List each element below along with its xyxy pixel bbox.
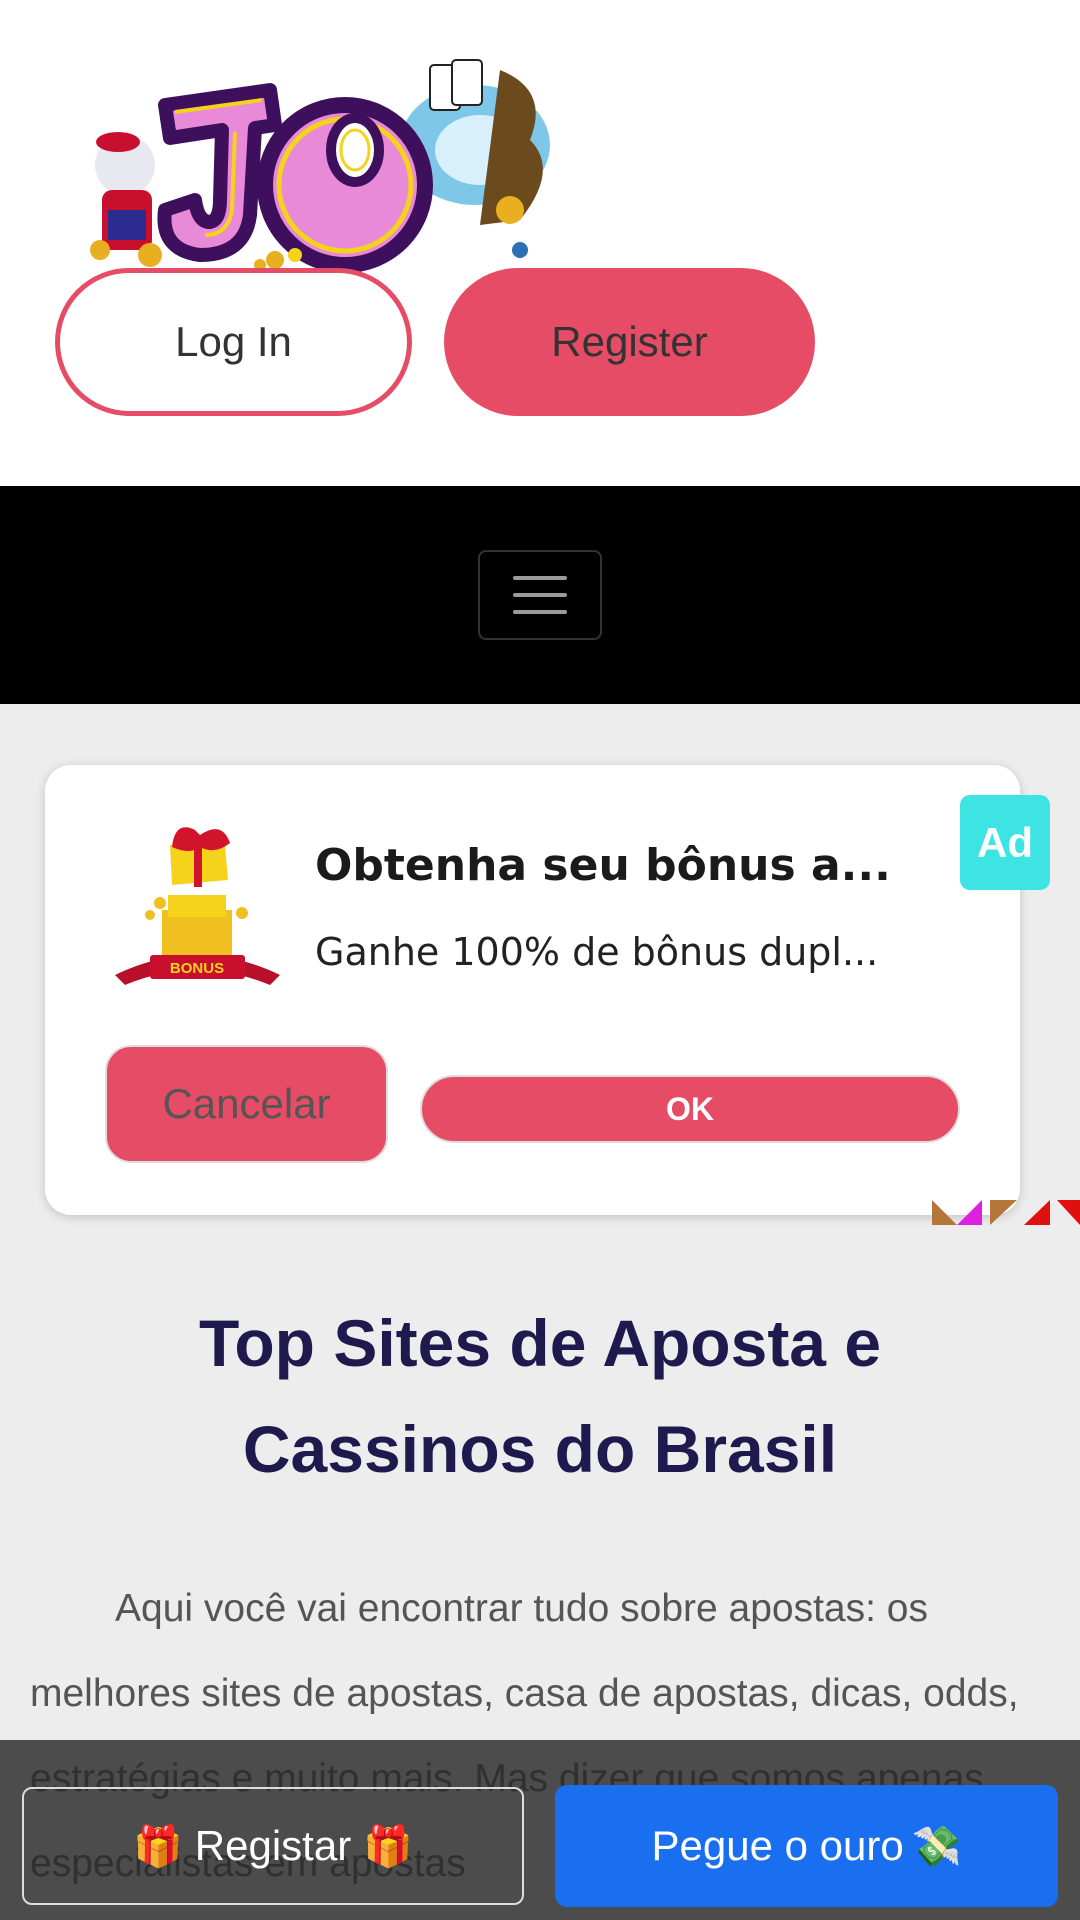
menu-line bbox=[513, 610, 567, 614]
menu-line bbox=[513, 576, 567, 580]
ad-cancel-button[interactable]: Cancelar bbox=[105, 1045, 388, 1163]
page-title: Top Sites de Aposta e Cassinos do Brasil bbox=[198, 1306, 882, 1486]
ad-title: Obtenha seu bônus a... bbox=[315, 840, 891, 891]
money-icon: 💸 bbox=[911, 1823, 962, 1870]
logo-letter-o bbox=[257, 97, 433, 273]
bonus-icon-label: BONUS bbox=[170, 960, 224, 977]
site-logo[interactable] bbox=[80, 50, 610, 275]
mascot-character-image bbox=[90, 132, 162, 267]
gift-icon: 🎁 bbox=[132, 1823, 183, 1870]
login-button[interactable]: Log In bbox=[55, 268, 412, 416]
bonus-gift-icon: BONUS bbox=[115, 827, 280, 985]
bottom-register-button[interactable]: 🎁 Registar 🎁 bbox=[22, 1787, 524, 1905]
gift-icon: 🎁 bbox=[363, 1823, 414, 1870]
ad-badge: Ad bbox=[960, 795, 1050, 890]
ad-popup-card: BONUS Obtenha seu bônus a... Ganhe 100% … bbox=[45, 765, 1050, 1215]
get-gold-label: Pegue o ouro bbox=[651, 1822, 904, 1869]
bottom-register-label: Registar bbox=[194, 1822, 352, 1869]
hamburger-menu-icon[interactable] bbox=[478, 550, 602, 640]
menu-line bbox=[513, 593, 567, 597]
register-button[interactable]: Register bbox=[444, 268, 815, 416]
ad-description: Ganhe 100% de bônus dupl... bbox=[315, 930, 879, 974]
ad-ok-button[interactable]: OK bbox=[420, 1075, 960, 1143]
get-gold-button[interactable]: Pegue o ouro 💸 bbox=[555, 1785, 1058, 1907]
ad-choices-icon[interactable] bbox=[932, 1200, 1080, 1225]
